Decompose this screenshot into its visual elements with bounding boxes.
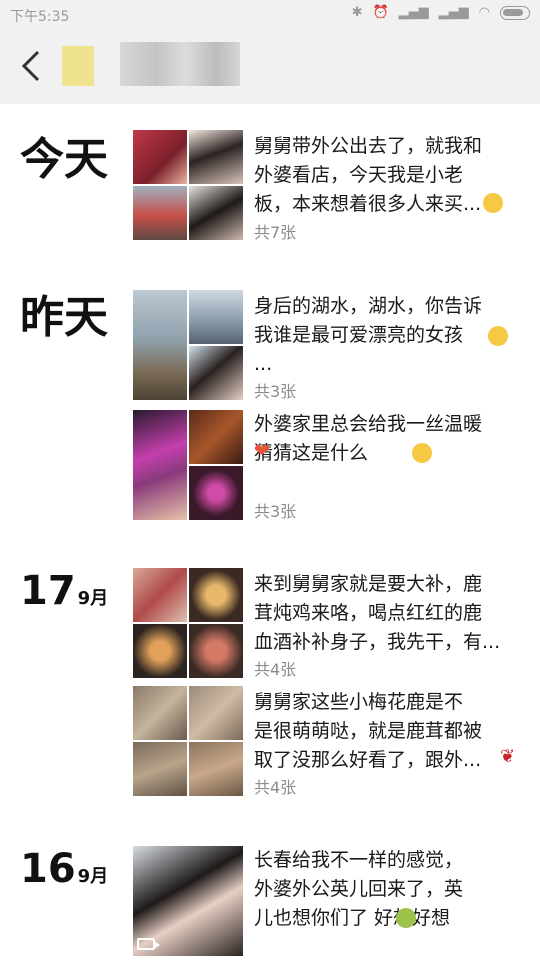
post-text-content: 身后的湖水，湖水，你告诉 我谁是最可爱漂亮的女孩 ... xyxy=(254,295,483,375)
photo-thumbnail xyxy=(133,410,187,520)
day-label-today: 今天 xyxy=(20,134,108,185)
photo-thumbnail xyxy=(189,410,243,464)
photo-thumbnail xyxy=(189,568,243,622)
photo-thumbnail xyxy=(189,624,243,678)
photo-count: 共3张 xyxy=(254,502,297,521)
battery-icon xyxy=(500,5,530,20)
day-label-17: 17 9月 xyxy=(20,568,108,614)
photo-thumbnail xyxy=(189,186,243,240)
wifi-icon: ◠ xyxy=(478,5,490,20)
post-text-content: 外婆家里总会给我一丝温暖 猜猜这是什么 xyxy=(254,413,483,464)
photo-count: 共3张 xyxy=(254,382,297,401)
day-label-16: 16 9月 xyxy=(20,846,108,892)
alarm-icon: ⏰ xyxy=(372,5,389,20)
crying-face-icon xyxy=(483,193,504,213)
grinning-face-icon xyxy=(412,443,432,463)
photo-thumbnail xyxy=(189,742,243,796)
photo-count: 共7张 xyxy=(254,223,297,242)
post-text[interactable]: 身后的湖水，湖水，你告诉 我谁是最可爱漂亮的女孩 ... xyxy=(254,292,524,379)
bluetooth-icon: ✱ xyxy=(351,5,363,20)
signal-icon: ▂▄▆ xyxy=(438,5,469,20)
photo-thumbnail xyxy=(189,130,243,184)
photo-count: 共4张 xyxy=(254,778,297,797)
photo-thumbnail xyxy=(133,624,187,678)
photo-thumbnail xyxy=(133,186,187,240)
photo-thumbnail xyxy=(133,742,187,796)
post-text[interactable]: 来到舅舅家就是要大补，鹿 茸炖鸡来咯，喝点红红的鹿 血酒补补身子，我先干，有..… xyxy=(254,570,524,657)
post-text-content: 舅舅带外公出去了，就我和 外婆看店，今天我是小老 板，本来想着很多人来买... xyxy=(254,135,483,215)
profile-name-blurred xyxy=(120,42,240,86)
status-bar: 下午5:35 ✱ ⏰ ▂▄▆ ▂▄▆ ◠ xyxy=(0,0,540,30)
post-text-content: 长春给我不一样的感觉， 外婆外公英儿回来了，英 儿也想你们了 好想好想 xyxy=(254,849,464,929)
photo-thumbnail xyxy=(133,130,187,184)
post-text[interactable]: 长春给我不一样的感觉， 外婆外公英儿回来了，英 儿也想你们了 好想好想 xyxy=(254,846,524,933)
post-thumbnail-grid[interactable] xyxy=(133,410,243,520)
post-text-content: 来到舅舅家就是要大补，鹿 茸炖鸡来咯，喝点红红的鹿 血酒补补身子，我先干，有..… xyxy=(254,573,501,653)
video-thumbnail[interactable] xyxy=(133,846,243,956)
photo-thumbnail xyxy=(133,686,187,740)
post-text[interactable]: 舅舅带外公出去了，就我和 外婆看店，今天我是小老 板，本来想着很多人来买... xyxy=(254,132,524,219)
chevron-left-icon[interactable] xyxy=(14,46,50,86)
day-label-yesterday: 昨天 xyxy=(20,292,108,343)
photo-thumbnail xyxy=(189,346,243,400)
heart-icon: ❤ xyxy=(254,440,270,462)
month-label: 9月 xyxy=(77,588,109,609)
photo-thumbnail xyxy=(189,686,243,740)
post-text-content: 舅舅家这些小梅花鹿是不 是很萌萌哒，就是鹿茸都被 取了没那么好看了，跟外... xyxy=(254,691,483,771)
photo-thumbnail xyxy=(189,466,243,520)
post-thumbnail-grid[interactable] xyxy=(133,290,243,400)
post-text[interactable]: 外婆家里总会给我一丝温暖 猜猜这是什么 xyxy=(254,410,524,468)
status-time: 下午5:35 xyxy=(10,9,70,25)
post-thumbnail-grid[interactable] xyxy=(133,686,243,796)
day-number: 17 xyxy=(20,568,76,614)
signal-icon: ▂▄▆ xyxy=(398,5,429,20)
waving-face-icon xyxy=(396,908,416,928)
smiling-face-icon xyxy=(488,326,508,346)
post-thumbnail-grid[interactable] xyxy=(133,568,243,678)
photo-thumbnail xyxy=(189,290,243,344)
day-number: 16 xyxy=(20,846,76,892)
photo-thumbnail xyxy=(133,290,187,400)
photo-count: 共4张 xyxy=(254,660,297,679)
status-icons: ✱ ⏰ ▂▄▆ ▂▄▆ ◠ xyxy=(352,5,530,20)
avatar-blurred xyxy=(62,46,94,86)
rose-icon: ❦ xyxy=(500,746,516,767)
post-text[interactable]: 舅舅家这些小梅花鹿是不 是很萌萌哒，就是鹿茸都被 取了没那么好看了，跟外... xyxy=(254,688,524,775)
photo-thumbnail xyxy=(133,568,187,622)
month-label: 9月 xyxy=(77,866,109,887)
video-camera-icon xyxy=(137,938,160,950)
post-thumbnail-grid[interactable] xyxy=(133,130,243,240)
